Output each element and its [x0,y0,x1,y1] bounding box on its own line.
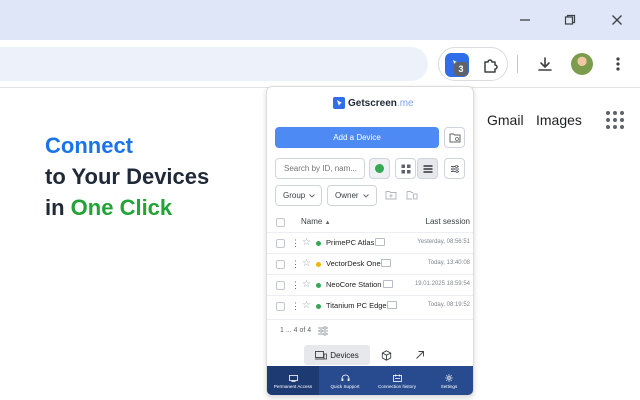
monitor-icon[interactable] [387,301,397,309]
device-name: PrimePC Atlas [326,238,375,247]
add-device-button[interactable]: Add a Device [275,127,439,148]
nav-connection-history[interactable]: Connection history [371,366,423,395]
kebab-menu-icon[interactable] [605,51,631,77]
extension-badge: 3 [454,62,468,76]
delete-icon[interactable] [405,188,419,202]
history-icon [392,374,402,382]
status-dot [316,304,321,309]
getscreen-logo: Getscreen.me [333,96,414,110]
devices-icon [315,350,328,359]
device-name: Titanium PC Edge [326,301,387,310]
table-row[interactable]: ⋮ ☆ PrimePC Atlas Yesterday, 08:56:51 [267,232,473,253]
row-menu-icon[interactable]: ⋮ [291,237,300,249]
star-icon[interactable]: ☆ [302,258,311,270]
grid-icon [401,164,410,173]
profile-avatar[interactable] [571,53,593,75]
promo-highlight: One Click [70,195,173,220]
promo-line-3: in One Click [45,195,173,220]
chevron-down-icon [309,193,316,198]
address-bar[interactable] [0,47,428,81]
gmail-link[interactable]: Gmail [487,112,524,128]
minimize-icon[interactable] [514,9,536,31]
device-name: NeoCore Station [326,280,382,289]
filter-settings-button[interactable] [444,158,465,179]
grid-view-button[interactable] [395,158,416,179]
view-segment-control: Devices [304,345,438,365]
promo-line-2: to Your Devices [45,164,210,189]
row-checkbox[interactable] [276,260,285,269]
select-all-checkbox[interactable] [276,218,285,227]
browser-toolbar: 3 [0,40,640,88]
open-external-tab[interactable] [403,345,436,365]
row-checkbox[interactable] [276,239,285,248]
monitor-icon[interactable] [381,259,391,267]
last-session-time: 19.01.2025 18:59:54 [414,281,470,287]
star-icon[interactable]: ☆ [302,237,311,249]
bottom-navigation: Permanent Access Quick Support Connectio… [267,366,473,395]
toolbar-separator [517,55,518,73]
table-row[interactable]: ⋮ ☆ NeoCore Station 19.01.2025 18:59:54 [267,274,473,295]
sliders-icon [450,164,459,173]
chevron-down-icon [362,193,369,198]
pagination-text: 1 ... 4 of 4 [280,327,312,334]
last-session-time: Yesterday, 08:56:51 [417,239,470,245]
last-session-time: Today, 08:19:52 [427,302,470,308]
star-icon[interactable]: ☆ [302,279,311,291]
gear-icon [445,374,453,382]
list-icon [423,164,432,173]
online-filter-button[interactable] [369,158,390,179]
row-menu-icon[interactable]: ⋮ [291,258,300,270]
online-status-icon [375,164,384,173]
device-name: VectorDesk One [326,259,381,268]
browser-titlebar [0,0,640,40]
last-session-time: Today, 13:40:08 [427,260,470,266]
getscreen-popup: Getscreen.me Add a Device Group Owner Na… [266,86,474,396]
move-to-folder-icon[interactable] [384,188,398,202]
google-apps-icon[interactable] [606,111,624,129]
owner-dropdown[interactable]: Owner [327,185,377,206]
device-search-input[interactable] [275,158,365,179]
arrow-up-right-icon [415,351,424,359]
column-last-session-header[interactable]: Last session [426,217,470,226]
monitor-icon [288,374,298,382]
group-dropdown[interactable]: Group [275,185,322,206]
pagination: 1 ... 4 of 4 [267,319,473,339]
packages-tab[interactable] [370,345,403,365]
extensions-group: 3 [438,47,508,81]
status-dot [316,262,321,267]
folder-icon [449,133,460,143]
row-checkbox[interactable] [276,302,285,311]
monitor-icon[interactable] [375,238,385,246]
images-link[interactable]: Images [536,112,582,128]
row-checkbox[interactable] [276,281,285,290]
table-row[interactable]: ⋮ ☆ Titanium PC Edge Today, 08:19:52 [267,295,473,316]
nav-permanent-access[interactable]: Permanent Access [267,366,319,395]
headset-icon [341,374,349,381]
getscreen-logo-icon [333,97,345,109]
monitor-icon[interactable] [383,280,393,288]
list-view-button[interactable] [417,158,438,179]
restore-icon[interactable] [559,9,581,31]
column-name-header[interactable]: Name ▲ [301,217,331,226]
sliders-icon[interactable] [317,325,329,337]
row-menu-icon[interactable]: ⋮ [291,300,300,312]
puzzle-icon[interactable] [481,56,501,76]
status-dot [316,283,321,288]
status-dot [316,241,321,246]
nav-quick-support[interactable]: Quick Support [319,366,371,395]
star-icon[interactable]: ☆ [302,300,311,312]
row-menu-icon[interactable]: ⋮ [291,279,300,291]
download-icon[interactable] [532,51,558,77]
device-table-header: Name ▲ Last session [267,213,473,231]
promo-headline: Connect to Your Devices in One Click [45,130,209,223]
cube-icon [381,349,392,361]
close-icon[interactable] [606,9,628,31]
devices-tab[interactable]: Devices [304,345,370,365]
add-folder-button[interactable] [444,127,465,148]
nav-settings[interactable]: Settings [423,366,473,395]
promo-line-1: Connect [45,133,133,158]
table-row[interactable]: ⋮ ☆ VectorDesk One Today, 13:40:08 [267,253,473,274]
